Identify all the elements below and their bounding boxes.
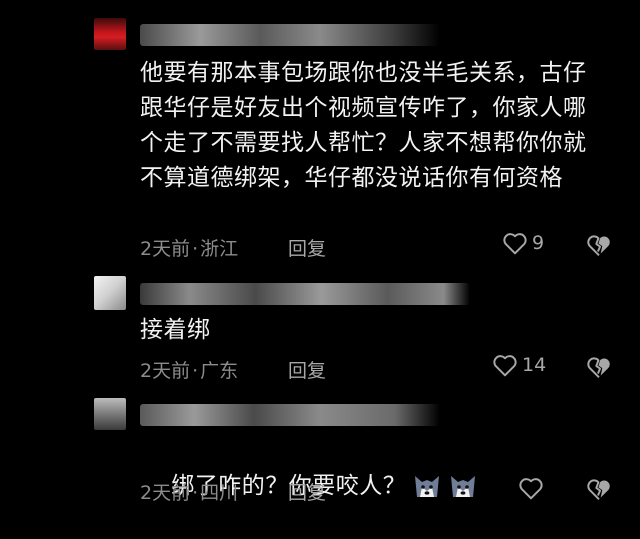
like-button[interactable]: 14 — [492, 353, 546, 377]
heart-outline-icon — [503, 233, 527, 255]
comment-meta: 2天前 · 广东 — [140, 356, 238, 383]
like-count: 9 — [532, 232, 545, 254]
username-blurred[interactable] — [140, 283, 470, 305]
broken-heart-icon[interactable] — [586, 355, 612, 379]
broken-heart-icon[interactable] — [586, 233, 612, 257]
username-blurred[interactable] — [140, 404, 440, 426]
reply-button[interactable]: 回复 — [288, 356, 326, 383]
comment-time: 2天前 — [140, 360, 191, 382]
avatar[interactable] — [94, 398, 126, 430]
avatar[interactable] — [94, 18, 126, 50]
username-blurred[interactable] — [140, 24, 440, 46]
avatar[interactable] — [94, 276, 126, 310]
separator: · — [192, 360, 199, 382]
husky-dog-emoji-icon — [451, 476, 476, 497]
like-button[interactable] — [518, 476, 544, 500]
heart-outline-icon — [493, 355, 517, 377]
heart-outline-icon — [519, 478, 543, 500]
comment-location: 广东 — [200, 360, 239, 382]
like-count: 14 — [522, 354, 547, 376]
separator: · — [192, 238, 199, 260]
like-button[interactable]: 9 — [502, 231, 544, 255]
reply-button[interactable]: 回复 — [288, 234, 326, 261]
comment-meta: 2天前 · 四川 — [140, 478, 238, 505]
comment-location: 四川 — [200, 482, 239, 504]
separator: · — [192, 482, 199, 504]
comment-text: 接着绑 — [140, 317, 211, 343]
broken-heart-icon[interactable] — [586, 477, 612, 501]
comment-meta: 2天前 · 浙江 — [140, 234, 238, 261]
comment-time: 2天前 — [140, 238, 191, 260]
comment-time: 2天前 — [140, 482, 191, 504]
comment-text: 他要有那本事包场跟你也没半毛关系，古仔跟华仔是好友出个视频宣传咋了，你家人哪个走… — [140, 60, 587, 191]
comment-location: 浙江 — [200, 238, 239, 260]
reply-button[interactable]: 回复 — [288, 478, 326, 505]
husky-dog-emoji-icon — [415, 476, 440, 497]
